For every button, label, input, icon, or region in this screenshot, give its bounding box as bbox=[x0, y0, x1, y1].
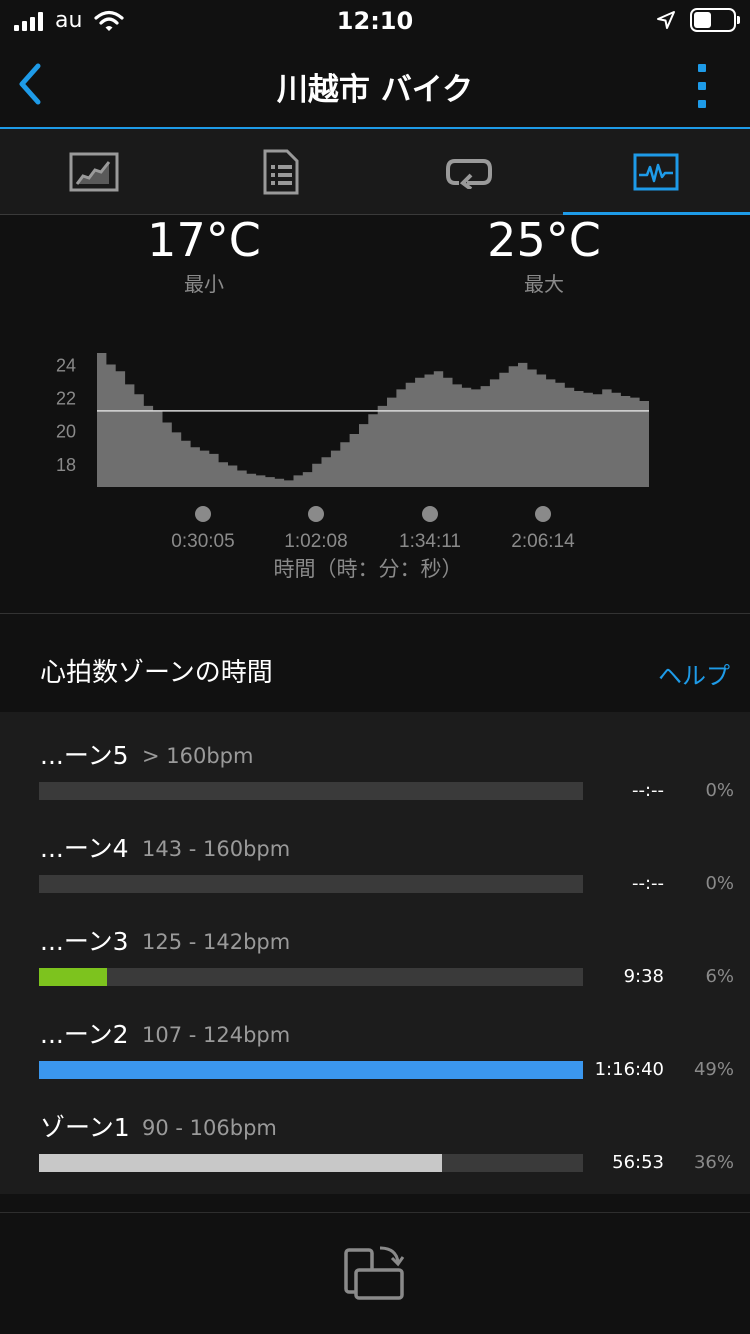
temperature-chart: 24 22 20 18 0:30:05 1:02:08 1:34:11 2:06:14 時間（時… bbox=[0, 330, 750, 590]
temperature-max-label: 最大 bbox=[524, 272, 564, 296]
help-link[interactable]: ヘルプ bbox=[658, 656, 730, 691]
zone-time: --:-- bbox=[631, 873, 664, 894]
zone-name: ...ーン2 bbox=[40, 1020, 129, 1049]
x-tick-label: 1:34:11 bbox=[399, 531, 461, 552]
tab-laps[interactable] bbox=[375, 129, 563, 214]
y-tick-label: 24 bbox=[56, 356, 76, 376]
x-tick-label: 2:06:14 bbox=[511, 531, 575, 552]
temperature-min: 17°C 最小 bbox=[84, 216, 324, 297]
status-time: 12:10 bbox=[336, 7, 414, 35]
zone-percent: 0% bbox=[705, 873, 734, 894]
temperature-max-value: 25°C bbox=[487, 213, 601, 267]
more-dot-icon bbox=[698, 100, 706, 108]
status-bar: au 12:10 bbox=[0, 0, 750, 42]
rotate-device-icon bbox=[344, 1246, 405, 1300]
tab-bar bbox=[0, 129, 750, 215]
map-chart-icon bbox=[69, 152, 119, 191]
more-dot-icon bbox=[698, 82, 706, 90]
zone-bar-fill bbox=[39, 1154, 442, 1172]
zone-name: ...ーン4 bbox=[40, 834, 129, 863]
zone-time: 9:38 bbox=[623, 966, 664, 987]
y-tick-label: 22 bbox=[56, 389, 76, 409]
zone-time: 56:53 bbox=[612, 1152, 664, 1173]
zone-time: --:-- bbox=[631, 780, 664, 801]
temperature-min-value: 17°C bbox=[147, 213, 261, 267]
navigation-bar: 川越市 バイク bbox=[0, 42, 750, 128]
x-tick-marker bbox=[535, 506, 551, 522]
more-dot-icon bbox=[698, 64, 706, 72]
x-tick-label: 1:02:08 bbox=[284, 531, 347, 552]
zone-bar-track bbox=[39, 875, 583, 893]
zone-bar-track bbox=[39, 782, 583, 800]
x-tick-marker bbox=[308, 506, 324, 522]
status-right bbox=[656, 8, 740, 32]
zone-bar-track bbox=[39, 1154, 583, 1172]
laps-loop-icon bbox=[445, 158, 492, 189]
zone-range: 107 - 124bpm bbox=[142, 1023, 291, 1047]
rotate-screen-button[interactable] bbox=[340, 1240, 410, 1310]
zone-row: ...ーン2 107 - 124bpm 1:16:40 49% bbox=[0, 991, 750, 1084]
location-arrow-icon bbox=[657, 11, 675, 29]
hr-zones-list: ...ーン5 > 160bpm --:-- 0% ...ーン4 143 - 16… bbox=[0, 712, 750, 1194]
tab-map[interactable] bbox=[0, 129, 188, 214]
hr-zones-header: 心拍数ゾーンの時間 ヘルプ bbox=[0, 614, 750, 712]
zone-row: ...ーン4 143 - 160bpm --:-- 0% bbox=[0, 805, 750, 898]
zone-time: 1:16:40 bbox=[594, 1059, 664, 1080]
battery-icon bbox=[690, 8, 740, 32]
zone-bar-fill bbox=[39, 1061, 583, 1079]
temperature-summary: 17°C 最小 25°C 最大 bbox=[0, 216, 750, 326]
zone-row: ...ーン3 125 - 142bpm 9:38 6% bbox=[0, 898, 750, 991]
temperature-max: 25°C 最大 bbox=[424, 216, 664, 297]
zone-percent: 6% bbox=[705, 966, 734, 987]
more-options-button[interactable] bbox=[694, 64, 710, 108]
zone-name: ...ーン5 bbox=[40, 741, 129, 770]
zone-range: 143 - 160bpm bbox=[142, 837, 291, 861]
zone-percent: 36% bbox=[693, 1152, 734, 1173]
y-tick-label: 20 bbox=[56, 422, 76, 442]
temperature-area bbox=[97, 353, 649, 487]
zone-percent: 49% bbox=[693, 1059, 734, 1080]
zone-row: ...ーン5 > 160bpm --:-- 0% bbox=[0, 712, 750, 805]
x-tick-marker bbox=[422, 506, 438, 522]
zone-percent: 0% bbox=[705, 780, 734, 801]
zone-bar-track bbox=[39, 1061, 583, 1079]
zone-bar-track bbox=[39, 968, 583, 986]
temperature-min-label: 最小 bbox=[184, 272, 224, 296]
activity-graph-icon bbox=[633, 153, 679, 190]
zone-row: ゾーン1 90 - 106bpm 56:53 36% bbox=[0, 1084, 750, 1177]
document-list-icon bbox=[263, 149, 299, 194]
y-tick-label: 18 bbox=[56, 455, 76, 475]
x-tick-marker bbox=[195, 506, 211, 522]
zone-range: > 160bpm bbox=[142, 744, 254, 768]
bottom-divider bbox=[0, 1212, 750, 1213]
zone-name: ...ーン3 bbox=[40, 927, 129, 956]
temperature-chart-svg: 24 22 20 18 0:30:05 1:02:08 1:34:11 2:06:14 時間（時… bbox=[56, 353, 649, 581]
zone-name: ゾーン1 bbox=[40, 1113, 130, 1142]
zone-range: 90 - 106bpm bbox=[142, 1116, 277, 1140]
tab-graphs[interactable] bbox=[562, 129, 750, 215]
x-axis-label: 時間（時：分：秒） bbox=[274, 557, 463, 581]
x-tick-label: 0:30:05 bbox=[171, 531, 234, 552]
tab-details[interactable] bbox=[188, 129, 376, 214]
hr-zones-title: 心拍数ゾーンの時間 bbox=[40, 658, 273, 688]
zone-range: 125 - 142bpm bbox=[142, 930, 291, 954]
page-title: 川越市 バイク bbox=[276, 72, 474, 108]
zone-bar-fill bbox=[39, 968, 107, 986]
